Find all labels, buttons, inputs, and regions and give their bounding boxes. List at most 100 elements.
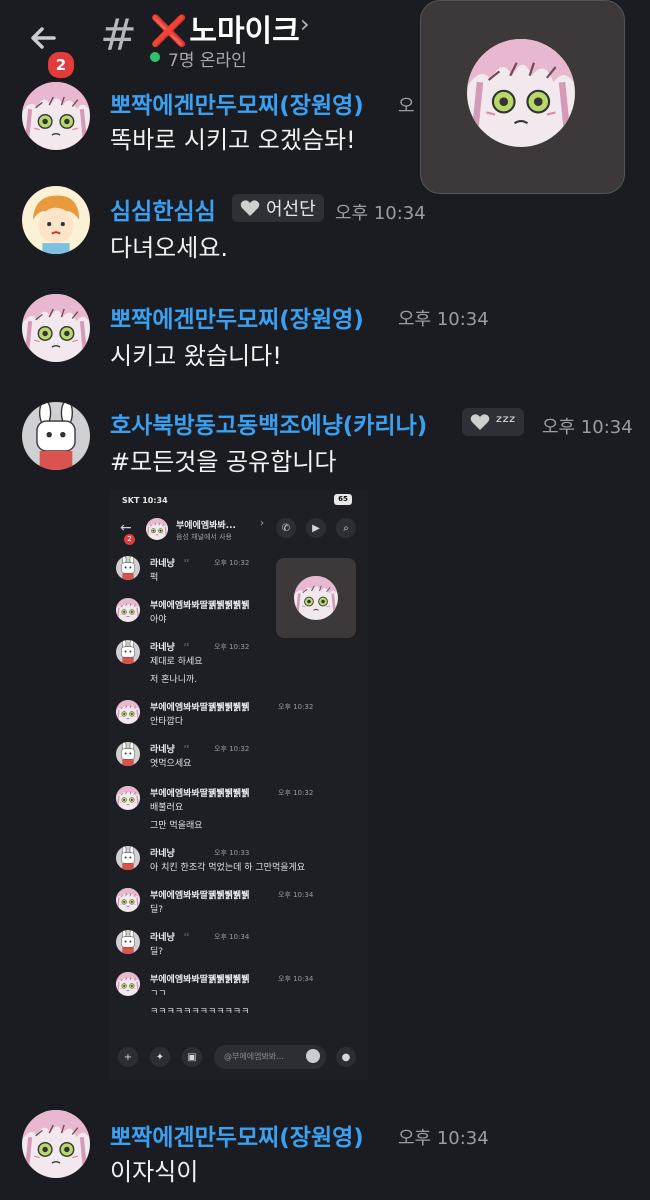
chevron-right-icon[interactable]: ›: [300, 10, 310, 38]
message-text: 저 혼나니까.: [150, 675, 198, 685]
message-text: 엿먹으세요: [150, 759, 192, 769]
message-text: 아 치킨 한조각 먹었는데 하 그만먹을게요: [150, 863, 306, 873]
avatar[interactable]: [116, 786, 140, 810]
avatar[interactable]: [116, 556, 140, 580]
video-tile[interactable]: [276, 558, 356, 638]
message-tag: ᶻᶻ: [184, 932, 190, 940]
message-input[interactable]: @부에에엠봐봐...: [214, 1045, 326, 1069]
video-icon[interactable]: ▶: [306, 518, 326, 538]
avatar: [294, 576, 338, 620]
avatar[interactable]: [22, 82, 90, 150]
avatar[interactable]: [22, 294, 90, 362]
message-text: 제대로 하세요: [150, 657, 203, 667]
avatar[interactable]: [22, 186, 90, 254]
cross-mark-icon: ❌: [150, 14, 188, 49]
message-time: 오후 10:32: [214, 559, 250, 567]
message-username[interactable]: 뽀짝에겐만두모찌(장원영): [110, 1118, 364, 1152]
search-icon[interactable]: ⌕: [336, 518, 356, 538]
apps-icon[interactable]: ✦: [150, 1047, 170, 1067]
guild-tag[interactable]: ᶻᶻᶻ: [462, 408, 524, 436]
back-button[interactable]: 2: [24, 18, 76, 80]
avatar[interactable]: [116, 700, 140, 724]
plus-icon[interactable]: +: [118, 1047, 138, 1067]
avatar[interactable]: [116, 598, 140, 622]
video-tile[interactable]: [420, 0, 625, 194]
message-text: 이자식이: [110, 1158, 199, 1186]
message-time: 오후 10:34: [542, 417, 633, 438]
message-time: 오후 10:34: [398, 1128, 489, 1149]
message-username[interactable]: 라네냥: [150, 846, 175, 859]
message-time: 오후 10:34: [214, 933, 250, 941]
channel-title[interactable]: ❌노마이크: [150, 6, 300, 50]
message-time: 오후 10:32: [214, 745, 250, 753]
unread-badge: 2: [46, 50, 76, 80]
message-username[interactable]: 부에에엠봐봐딸꿹뷁뷁뷁뷁: [150, 888, 249, 901]
message-username[interactable]: 라네냥: [150, 930, 175, 943]
message-text: 그만 먹을래요: [150, 821, 203, 831]
message-tag: ᶻᶻ: [184, 744, 190, 752]
message-time: 오후 10:32: [278, 703, 314, 711]
message-time: 오후 10:34: [278, 891, 314, 899]
message-text: 퍽: [150, 573, 159, 583]
online-count: 7명 온라인: [168, 51, 247, 71]
avatar[interactable]: [116, 742, 140, 766]
status-carrier: SKT 10:34: [122, 496, 168, 505]
battery-indicator: 65: [334, 494, 352, 505]
avatar[interactable]: [116, 972, 140, 996]
message-time: 오후 10:34: [398, 309, 489, 330]
avatar[interactable]: [22, 1110, 90, 1178]
message-text: 아야: [150, 615, 167, 625]
message-username[interactable]: 부에에엠봐봐딸꿹뷁뷁뷁뷁: [150, 598, 249, 611]
message-text: ㄱㄱ: [150, 989, 167, 999]
mic-icon[interactable]: ●: [336, 1047, 356, 1067]
message-text: ㅋㅋㅋㅋㅋㅋㅋㅋㅋㅋㅋㅋ: [150, 1007, 250, 1017]
message-username[interactable]: 라네냥: [150, 742, 175, 755]
message-time: 오후 10:34: [278, 975, 314, 983]
image-attachment[interactable]: SKT 10:34 65 ← 2 부에에엠봐봐... › 음성 채널에서 사용 …: [110, 490, 368, 1080]
channel-subtitle: 음성 채널에서 사용: [176, 533, 232, 541]
channel-hash-icon: #: [100, 10, 137, 61]
message-username[interactable]: 부에에엠봐봐딸꿹뷁뷁뷁뷁: [150, 700, 249, 713]
message-username[interactable]: 라네냥: [150, 640, 175, 653]
message-text: 딜?: [150, 947, 164, 957]
message-text: #모든것을 공유합니다: [110, 448, 337, 476]
channel-name: 노마이크: [189, 14, 300, 49]
message-username[interactable]: 부에에엠봐봐딸꿹뷁뷁뷁뷁: [150, 972, 249, 985]
avatar[interactable]: [116, 640, 140, 664]
message-text: 배불러요: [150, 803, 184, 813]
chevron-right-icon: ›: [260, 518, 264, 529]
avatar[interactable]: [22, 402, 90, 470]
message-time: 오후 10:32: [214, 643, 250, 651]
message-text: 안타깝다: [150, 717, 184, 727]
guild-tag[interactable]: 어선단: [232, 194, 324, 222]
heart-icon: [240, 200, 260, 216]
message-text: 시키고 왔습니다!: [110, 342, 282, 370]
avatar[interactable]: [116, 888, 140, 912]
message-username[interactable]: 뽀짝에겐만두모찌(장원영): [110, 86, 364, 120]
avatar[interactable]: [116, 846, 140, 870]
message-username[interactable]: 뽀짝에겐만두모찌(장원영): [110, 300, 364, 334]
message-tag: ᶻᶻ: [184, 558, 190, 566]
message-time: 오후 10:32: [278, 789, 314, 797]
message-time: 오후 10:34: [335, 203, 426, 224]
message-text: 똑바로 시키고 오겠슴돠!: [110, 126, 356, 154]
gift-icon[interactable]: ▣: [182, 1047, 202, 1067]
message-username[interactable]: 호사북방동고동백조에냥(카리나): [110, 406, 427, 440]
message-text: 다녀오세요.: [110, 234, 229, 262]
call-icon[interactable]: ✆: [276, 518, 296, 538]
message-tag: ᶻᶻ: [184, 642, 190, 650]
message-username[interactable]: 심심한심심: [110, 192, 216, 226]
message-username[interactable]: 라네냥: [150, 556, 175, 569]
online-status-dot: [150, 52, 160, 62]
emoji-icon[interactable]: [306, 1049, 320, 1063]
heart-icon: [470, 414, 490, 430]
message-username[interactable]: 부에에엠봐봐딸꿹뷁뷁뷁뷁: [150, 786, 249, 799]
channel-avatar: [146, 518, 168, 540]
avatar[interactable]: [116, 930, 140, 954]
channel-name[interactable]: 부에에엠봐봐...: [176, 518, 236, 531]
unread-badge: 2: [124, 534, 135, 545]
message-time: 오후 10:33: [214, 849, 250, 857]
message-text: 딜?: [150, 905, 164, 915]
guild-tag-label: 어선단: [266, 199, 316, 220]
avatar: [467, 39, 575, 147]
